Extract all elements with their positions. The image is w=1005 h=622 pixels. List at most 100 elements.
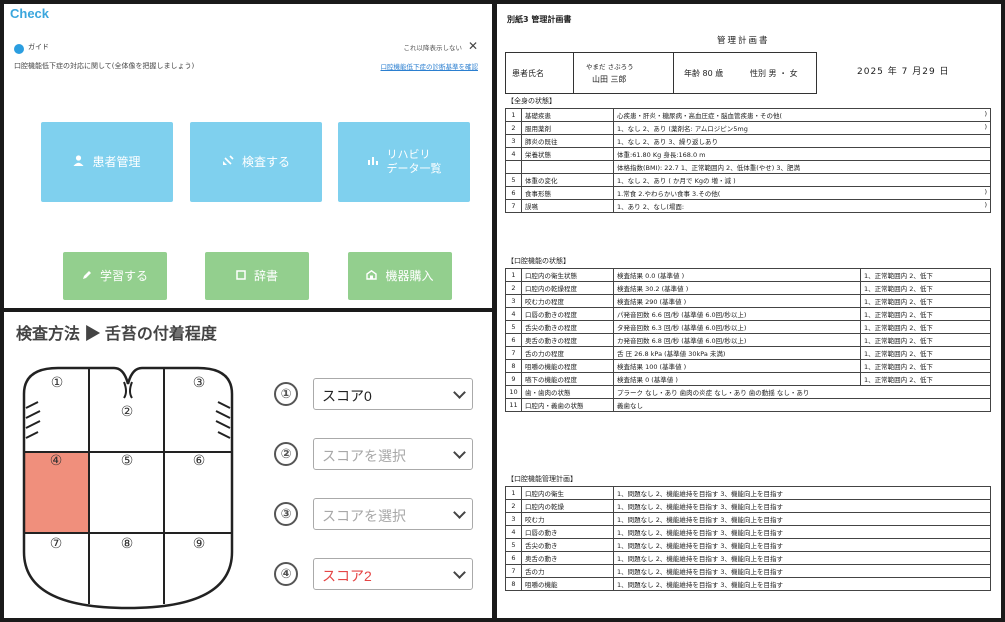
table-row: 10 歯・歯肉の状態 プラーク なし・あり 歯肉の炎症 なし・あり 歯の動揺 なし・… [505,385,991,399]
score-select-4[interactable]: スコア2 [313,558,473,590]
row-result: 検査結果 0 (基準値 ) [613,372,861,386]
row-number: 3 [505,134,522,148]
table-row: 6 奥舌の動きの程度 カ発音回数 6.8 回/秒 (基準値 6.0回/秒以上) 1、正… [505,333,991,347]
row-number: 3 [505,294,522,308]
row-number: 2 [505,121,522,135]
management-plan-document: 別紙3 管理計画書 管理計画書 患者氏名 やまだ さぶろう 山田 三郎 年齢 8… [497,4,1001,618]
button-label: リハビリ データ一覧 [386,149,442,175]
button-label: 検査する [241,154,290,169]
score-row-3: ③ スコアを選択 [274,498,474,532]
row-result: プラーク なし・あり 歯肉の炎症 なし・あり 歯の動揺 なし・あり [613,385,991,399]
table-row: 2 服用薬剤 1、なし 2、あり (薬剤名: アムロジピン5mg) [505,121,991,135]
row-judgement: 1、正常範囲内 2、低下 [860,320,991,334]
row-number: 8 [505,359,522,373]
guide-text: 口腔機能低下症の対応に関して(全体像を把握しましょう) [14,62,195,70]
row-content: 1.常食 2.やわらかい食事 3.その他() [613,186,991,200]
device-purchase-button[interactable]: 機器購入 [348,252,452,300]
table-row: 4 栄養状態 体重:61.80 Kg 身長:168.0 m [505,147,991,161]
hide-guide-link[interactable]: これ以降表示しない [404,42,463,52]
row-number: 3 [505,512,522,526]
row-number: 9 [505,372,522,386]
score-value: スコア2 [322,568,372,584]
row-content: 1、問題なし 2、機能維持を目指す 3、機能向上を目指す [613,577,991,591]
score-value: スコア0 [322,388,372,404]
close-icon[interactable]: ✕ [468,39,478,53]
table-row: 2 口腔内の乾燥 1、問題なし 2、機能維持を目指す 3、機能向上を目指す [505,499,991,513]
row-number: 4 [505,307,522,321]
score-number: ② [274,442,298,466]
row-number [505,160,522,174]
row-number: 7 [505,346,522,360]
table-row: 7 舌の力の程度舌 圧 26.8 kPa (基準値 30kPa 未満) 1、正常範囲… [505,346,991,360]
row-content: 1、なし 2、あり (薬剤名: アムロジピン5mg) [613,121,991,135]
patient-management-button[interactable]: 患者管理 [41,122,173,202]
row-item [521,160,614,174]
tongue-region-label: ⑨ [193,536,206,552]
table-row: 6 食事形態 1.常食 2.やわらかい食事 3.その他() [505,186,991,200]
row-number: 10 [505,385,522,399]
row-content: 1、なし 2、あり 3、繰り返しあり [613,134,991,148]
rehab-data-button[interactable]: リハビリ データ一覧 [338,122,470,202]
button-label: 辞書 [253,268,278,283]
row-content: 1、なし 2、あり ( か月で Kgの 増・減 ) [613,173,991,187]
row-right: ) [984,110,987,118]
score-placeholder: スコアを選択 [322,448,406,464]
row-item: 口唇の動き [521,525,614,539]
row-number: 5 [505,320,522,334]
document-date: 2025 年 7 月29 日 [857,67,950,77]
tongue-region-label: ⑥ [193,453,206,469]
row-item: 体重の変化 [521,173,614,187]
score-select-1[interactable]: スコア0 [313,378,473,410]
row-content: 心疾患・肝炎・糖尿病・高血圧症・脳血管疾患・その他() [613,108,991,122]
row-content: 1、問題なし 2、機能維持を目指す 3、機能向上を目指す [613,538,991,552]
table-row: 1 基礎疾患 心疾患・肝炎・糖尿病・高血圧症・脳血管疾患・その他() [505,108,991,122]
row-result: 検査結果 30.2 (基準値 ) [613,281,861,295]
patient-name-label: 患者氏名 [512,69,544,78]
row-judgement: 1、正常範囲内 2、低下 [860,372,991,386]
criteria-link[interactable]: 口腔機能低下症の診断基準を確認 [381,61,479,71]
cart-icon [366,269,378,283]
row-result: 検査結果 0.0 (基準値 ) [613,268,861,282]
learn-button[interactable]: 学習する [63,252,167,300]
management-plan-table: 1 口腔内の衛生 1、問題なし 2、機能維持を目指す 3、機能向上を目指す 2 口腔内の… [505,486,991,591]
row-item: 咬む力の程度 [521,294,614,308]
score-select-3[interactable]: スコアを選択 [313,498,473,530]
row-item: 口腔内の衛生状態 [521,268,614,282]
table-row: 3 咬む力 1、問題なし 2、機能維持を目指す 3、機能向上を目指す [505,512,991,526]
app-title: Check [10,6,50,21]
row-result: カ発音回数 6.8 回/秒 (基準値 6.0回/秒以上) [613,333,861,347]
score-number: ③ [274,502,298,526]
chart-icon [367,155,379,169]
document-label: 別紙3 管理計画書 [507,15,572,24]
tongue-diagram: ① ② ③ ④ ⑤ ⑥ ⑦ ⑧ ⑨ [22,366,234,610]
table-row: 7 舌の力 1、問題なし 2、機能維持を目指す 3、機能向上を目指す [505,564,991,578]
row-item: 基礎疾患 [521,108,614,122]
tongue-region-label: ① [51,375,64,391]
table-row: 8 咀嚼の機能 1、問題なし 2、機能維持を目指す 3、機能向上を目指す [505,577,991,591]
row-number: 5 [505,173,522,187]
tongue-region-label: ⑤ [121,453,134,469]
row-number: 2 [505,281,522,295]
row-number: 4 [505,147,522,161]
dictionary-button[interactable]: 辞書 [205,252,309,300]
table-row: 6 奥舌の動き 1、問題なし 2、機能維持を目指す 3、機能向上を目指す [505,551,991,565]
row-number: 2 [505,499,522,513]
row-item: 服用薬剤 [521,121,614,135]
table-row: 1 口腔内の衛生 1、問題なし 2、機能維持を目指す 3、機能向上を目指す [505,486,991,500]
row-item: 口腔内の乾燥 [521,499,614,513]
row-item: 肺炎の既往 [521,134,614,148]
row-item: 咬む力 [521,512,614,526]
row-content: 1、問題なし 2、機能維持を目指す 3、機能向上を目指す [613,551,991,565]
row-number: 6 [505,186,522,200]
row-item: 栄養状態 [521,147,614,161]
examine-button[interactable]: 検査する [190,122,322,202]
table-row: 2 口腔内の乾燥程度 検査結果 30.2 (基準値 ) 1、正常範囲内 2、低下 [505,281,991,295]
row-item: 口腔内の乾燥程度 [521,281,614,295]
row-right: ) [984,201,987,209]
tongue-region-label: ⑧ [121,536,134,552]
row-item: 口腔内の衛生 [521,486,614,500]
row-item: 口腔内・義歯の状態 [521,398,614,412]
score-select-2[interactable]: スコアを選択 [313,438,473,470]
row-result: 義歯なし [613,398,991,412]
row-judgement: 1、正常範囲内 2、低下 [860,307,991,321]
